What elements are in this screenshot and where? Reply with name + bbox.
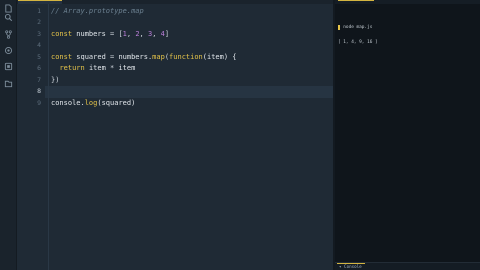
- indent-guide: [48, 4, 49, 270]
- line-number: 6: [37, 64, 41, 72]
- code-token: ,: [139, 29, 148, 38]
- console-panel: ▸ node map.js [ 1, 4, 9, 16 ] ▾ Console: [335, 0, 480, 270]
- extensions-icon[interactable]: [4, 62, 13, 71]
- console-output-line: [ 1, 4, 9, 16 ]: [338, 40, 378, 45]
- line-number: 4: [37, 41, 41, 49]
- search-icon[interactable]: [4, 13, 13, 22]
- console-output-line: ▸ node map.js: [338, 25, 373, 30]
- line-number: 2: [37, 18, 41, 26]
- code-token: (item) {: [202, 52, 237, 61]
- console-toolbar: [335, 0, 480, 4]
- code-token: item: [114, 64, 136, 72]
- debug-icon[interactable]: [4, 46, 13, 55]
- code-token: }): [51, 75, 60, 84]
- line-number: 3: [37, 29, 41, 38]
- line-number-gutter: 1 2 3 4 5 6 7 8 9: [17, 4, 45, 270]
- current-line-highlight: [45, 86, 333, 98]
- code-token: map: [152, 52, 165, 61]
- line-number: 7: [37, 75, 41, 84]
- code-token: function: [169, 52, 203, 61]
- code-line[interactable]: const numbers = [1, 2, 3, 4]: [51, 29, 169, 41]
- code-token: return: [59, 64, 85, 72]
- console-bottom-tab[interactable]: ▾ Console: [335, 262, 480, 270]
- code-token: ,: [152, 29, 161, 38]
- source-control-icon[interactable]: [4, 30, 13, 39]
- code-line[interactable]: }): [51, 75, 59, 87]
- code-token: const: [51, 52, 73, 61]
- code-token: log: [84, 98, 98, 107]
- code-token: (squared): [97, 98, 136, 107]
- line-number: 1: [37, 6, 41, 15]
- code-token: ]: [164, 29, 170, 38]
- line-number: 8: [37, 87, 41, 95]
- tab-console[interactable]: [338, 0, 374, 4]
- files-icon[interactable]: [4, 4, 13, 13]
- code-line[interactable]: console.log(squared): [51, 98, 135, 110]
- code-token: item: [84, 64, 111, 72]
- line-number: 5: [37, 52, 41, 61]
- code-line[interactable]: // Array.prototype.map: [51, 6, 144, 18]
- code-token: console.: [51, 98, 85, 107]
- code-line[interactable]: const squared = numbers.map(function(ite…: [51, 52, 236, 64]
- activity-bar: [0, 0, 17, 270]
- code-token: // Array.prototype.map: [51, 6, 144, 15]
- code-token: const: [51, 29, 73, 38]
- code-token: numbers: [72, 29, 111, 38]
- code-token: [: [114, 29, 123, 38]
- packages-icon[interactable]: [4, 79, 13, 88]
- console-input-caret[interactable]: [338, 25, 340, 30]
- code-token: numbers.: [114, 52, 153, 61]
- code-editor[interactable]: 1 2 3 4 5 6 7 8 9 // Array.prototype.map const nu…: [17, 4, 333, 270]
- console-bottom-label: ▾ Console: [339, 264, 362, 269]
- line-number: 9: [37, 98, 41, 107]
- code-line[interactable]: return item * item: [51, 63, 135, 75]
- console-output: ▸ node map.js [ 1, 4, 9, 16 ]: [338, 15, 378, 55]
- code-token: squared: [72, 52, 111, 61]
